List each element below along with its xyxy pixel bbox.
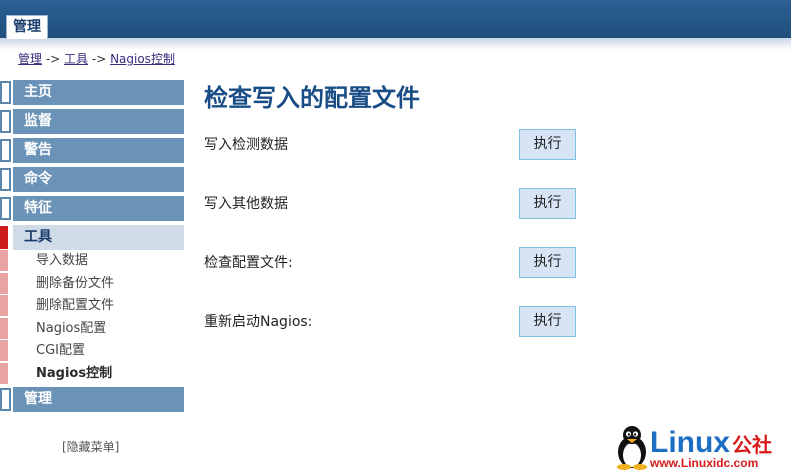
nav-marker xyxy=(0,81,11,104)
sidebar-item-home[interactable]: 主页 xyxy=(0,80,184,105)
linuxidc-logo: Linux 公社 www.Linuxidc.com xyxy=(614,424,791,472)
nav-marker xyxy=(0,388,11,411)
header-fade xyxy=(0,38,791,50)
submenu-strip xyxy=(0,295,8,316)
action-row-check-config: 检查配置文件: 执行 xyxy=(204,247,584,279)
logo-suffix: 公社 xyxy=(732,435,772,457)
sidebar-item-tools[interactable]: 工具 xyxy=(0,225,184,250)
submenu-strip xyxy=(0,340,8,361)
submenu-item-label: Nagios配置 xyxy=(36,320,107,336)
hide-menu-link[interactable]: [隐藏菜单] xyxy=(62,438,119,455)
action-label: 检查配置文件: xyxy=(204,255,293,271)
action-row-write-check-data: 写入检测数据 执行 xyxy=(204,129,584,161)
sidebar-item-label: 警告 xyxy=(13,138,184,163)
breadcrumb-separator: -> xyxy=(42,52,65,66)
sidebar-item-label: 监督 xyxy=(13,109,184,134)
execute-button[interactable]: 执行 xyxy=(519,129,576,160)
action-row-write-other-data: 写入其他数据 执行 xyxy=(204,188,584,220)
submenu-item-label: CGI配置 xyxy=(36,343,85,358)
submenu-strip xyxy=(0,317,8,339)
submenu-strip xyxy=(0,250,8,271)
submenu-item-label: Nagios控制 xyxy=(36,365,113,381)
logo-brand: Linux 公社 xyxy=(650,426,772,460)
nav-marker xyxy=(0,110,11,133)
breadcrumb-link-manage[interactable]: 管理 xyxy=(18,52,42,66)
submenu-item-cgi-config[interactable]: CGI配置 xyxy=(0,340,184,363)
nav-marker xyxy=(0,197,11,220)
sidebar-item-features[interactable]: 特征 xyxy=(0,196,184,221)
action-label: 写入其他数据 xyxy=(204,196,288,212)
nav-marker xyxy=(0,139,11,162)
breadcrumb: 管理 -> 工具 -> Nagios控制 xyxy=(18,50,175,67)
execute-button[interactable]: 执行 xyxy=(519,188,576,219)
penguin-icon xyxy=(617,426,647,470)
submenu-item-label: 删除配置文件 xyxy=(36,298,115,313)
breadcrumb-link-tools[interactable]: 工具 xyxy=(64,52,88,66)
submenu-strip xyxy=(0,362,8,384)
action-label: 重新启动Nagios: xyxy=(204,314,313,330)
sidebar-item-label: 工具 xyxy=(13,225,184,250)
tab-manage[interactable]: 管理 xyxy=(6,15,48,39)
sidebar-item-label: 命令 xyxy=(13,167,184,192)
tools-submenu: 导入数据 删除备份文件 删除配置文件 Nagios配置 CGI配置 Nagios… xyxy=(0,250,184,385)
submenu-item-delete-backups[interactable]: 删除备份文件 xyxy=(0,272,184,296)
submenu-strip xyxy=(0,272,8,294)
submenu-item-delete-configs[interactable]: 删除配置文件 xyxy=(0,295,184,318)
sidebar-item-admin[interactable]: 管理 xyxy=(0,387,184,412)
sidebar-item-commands[interactable]: 命令 xyxy=(0,167,184,192)
execute-button[interactable]: 执行 xyxy=(519,247,576,278)
submenu-item-import-data[interactable]: 导入数据 xyxy=(0,250,184,273)
nav-marker xyxy=(0,168,11,191)
submenu-item-label: 导入数据 xyxy=(36,253,89,268)
submenu-item-nagios-control[interactable]: Nagios控制 xyxy=(0,362,184,386)
execute-button[interactable]: 执行 xyxy=(519,306,576,337)
logo-brand-text: Linux xyxy=(650,426,730,459)
sidebar-item-label: 特征 xyxy=(13,196,184,221)
breadcrumb-link-nagios-control[interactable]: Nagios控制 xyxy=(110,52,175,66)
nav-marker-active xyxy=(0,226,8,249)
submenu-item-label: 删除备份文件 xyxy=(36,275,115,291)
sidebar-nav: 主页 监督 警告 命令 特征 工具 导入数据 删除备份文件 删除配置文件 Nag… xyxy=(0,80,184,416)
breadcrumb-separator: -> xyxy=(88,52,111,66)
sidebar-item-monitor[interactable]: 监督 xyxy=(0,109,184,134)
sidebar-item-alerts[interactable]: 警告 xyxy=(0,138,184,163)
logo-url: www.Linuxidc.com xyxy=(650,456,759,470)
page-title: 检查写入的配置文件 xyxy=(204,84,420,112)
action-row-restart-nagios: 重新启动Nagios: 执行 xyxy=(204,306,584,338)
sidebar-item-label: 主页 xyxy=(13,80,184,105)
submenu-item-nagios-config[interactable]: Nagios配置 xyxy=(0,317,184,341)
action-label: 写入检测数据 xyxy=(204,137,288,153)
sidebar-item-label: 管理 xyxy=(13,387,184,412)
